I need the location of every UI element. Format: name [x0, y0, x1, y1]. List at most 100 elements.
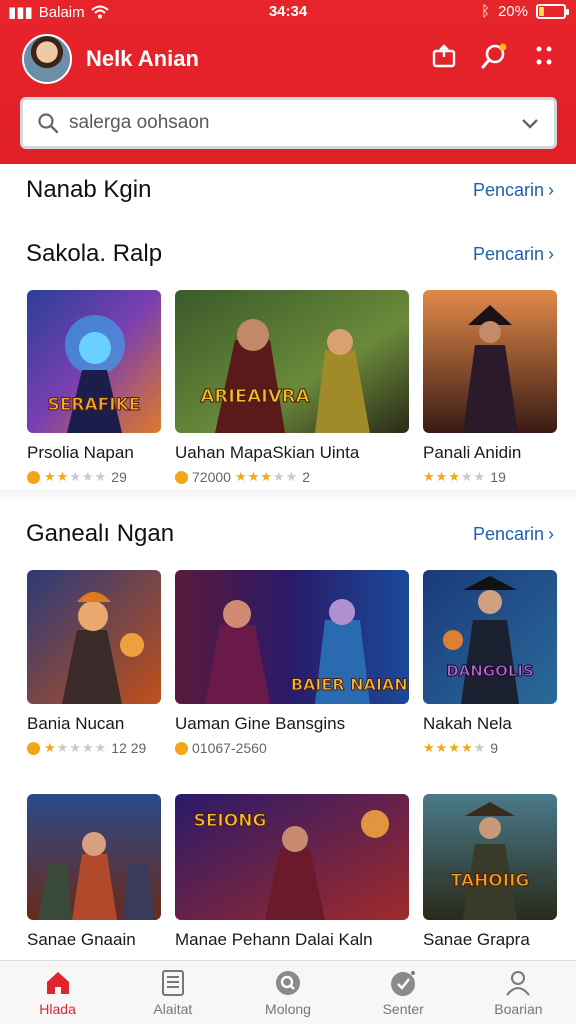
section-link-label: Pencarin — [472, 179, 544, 200]
nav-item-home[interactable]: Hlada — [0, 961, 115, 1024]
star-empty-icon: ★ — [460, 469, 474, 484]
card-meta: 01067-2560 — [175, 740, 409, 756]
thumb-title-text: BAIER NAIANS — [291, 675, 409, 694]
chevron-right-icon: › — [548, 523, 554, 544]
game-thumbnail[interactable] — [27, 794, 161, 920]
section-link[interactable]: Pencarin › — [473, 524, 554, 545]
search-button[interactable] — [480, 42, 508, 70]
nav-label: Molong — [265, 1001, 311, 1017]
nav-label: Alaitat — [153, 1001, 193, 1017]
share-button[interactable] — [430, 42, 458, 70]
battery-percent: 20% — [497, 3, 528, 20]
card-meta-value: 19 — [490, 469, 506, 485]
nav-item-list[interactable]: Alaitat — [115, 961, 230, 1024]
section-divider — [0, 490, 576, 500]
star-filled-icon: ★ — [260, 469, 273, 484]
game-thumbnail[interactable] — [27, 570, 161, 704]
star-filled-icon: ★ — [44, 469, 57, 484]
battery-level — [539, 7, 544, 16]
more-vertical-icon — [536, 46, 552, 65]
section-title: Sakola. Ralp — [26, 240, 163, 267]
nav-item-profile[interactable]: Boarian — [461, 961, 576, 1024]
search-bar[interactable] — [20, 97, 557, 149]
search-icon — [481, 43, 507, 69]
card-meta-extra: 2 — [302, 469, 311, 485]
star-filled-icon: ★ — [435, 740, 449, 755]
game-card[interactable]: SEIONG Manae Pehann Dalai Kaln — [175, 794, 409, 950]
section-link[interactable]: Pencarin › — [473, 244, 554, 265]
nav-item-search[interactable]: Molong — [230, 961, 345, 1024]
game-card[interactable]: Bania Nucan ★★★★★ 12 29 — [27, 570, 161, 756]
rating-stars: ★★★★★ — [44, 740, 107, 756]
list-icon — [158, 968, 188, 998]
card-meta: ★★★★★ 29 — [27, 469, 161, 485]
star-empty-icon: ★ — [473, 740, 487, 755]
star-filled-icon: ★ — [234, 469, 248, 484]
star-empty-icon: ★ — [473, 469, 487, 484]
section-title: Ganealı Ngan — [26, 520, 175, 547]
star-filled-icon: ★ — [44, 740, 57, 755]
star-empty-icon: ★ — [94, 740, 108, 755]
star-filled-icon: ★ — [448, 740, 461, 755]
card-meta: ★★★★★ 19 — [423, 469, 557, 485]
thumb-title-text: SEIONG — [194, 811, 267, 831]
game-card[interactable]: DANGOLIS Nakah Nela ★★★★★ 9 — [423, 570, 557, 756]
bluetooth-icon: ᛒ — [480, 3, 490, 20]
chevron-right-icon: › — [548, 243, 554, 264]
game-thumbnail[interactable]: BAIER NAIANS — [175, 570, 409, 704]
star-empty-icon: ★ — [69, 740, 82, 755]
search-input[interactable] — [69, 112, 520, 134]
thumb-title-text: SERAFIKE — [48, 395, 141, 415]
game-thumbnail[interactable]: ARIEAIVRA — [175, 290, 409, 433]
game-card[interactable]: Panali Anidin ★★★★★ 19 — [423, 290, 557, 485]
game-card[interactable]: ARIEAIVRA Uahan MapaSkian Uinta 72000 ★★★… — [175, 290, 409, 485]
header-actions — [430, 42, 558, 70]
card-title: Sanae Grapra — [423, 930, 530, 949]
rating-stars: ★★★★★ — [44, 469, 107, 485]
star-filled-icon: ★ — [56, 469, 70, 484]
game-thumbnail[interactable]: SEIONG — [175, 794, 409, 920]
game-thumbnail[interactable]: SERAFIKE — [27, 290, 161, 433]
app-header: ▮▮▮ Balaim 34:34 ᛒ 20% Nelk Anian — [0, 0, 576, 164]
share-icon — [432, 44, 456, 68]
card-meta-value: 29 — [111, 469, 127, 485]
game-thumbnail[interactable] — [423, 290, 557, 433]
star-filled-icon: ★ — [435, 469, 449, 484]
star-filled-icon: ★ — [423, 469, 436, 484]
avatar[interactable] — [22, 34, 72, 84]
nav-label: Boarian — [494, 1001, 543, 1017]
game-card[interactable]: BAIER NAIANS Uaman Gine Bansgins 01067-2… — [175, 570, 409, 756]
nav-item-center[interactable]: Senter — [346, 961, 461, 1024]
magnifier-icon — [38, 113, 59, 134]
star-filled-icon: ★ — [448, 469, 461, 484]
star-empty-icon: ★ — [94, 469, 108, 484]
user-profile[interactable]: Nelk Anian — [22, 34, 199, 84]
game-card[interactable]: Sanae Gnaain — [27, 794, 161, 950]
app-screen: ▮▮▮ Balaim 34:34 ᛒ 20% Nelk Anian salerg… — [0, 0, 576, 1024]
game-thumbnail[interactable]: DANGOLIS — [423, 570, 557, 704]
star-empty-icon: ★ — [81, 740, 95, 755]
status-bar: ▮▮▮ Balaim 34:34 ᛒ 20% — [0, 0, 576, 26]
more-menu-button[interactable] — [530, 42, 558, 70]
status-right: ᛒ 20% — [480, 3, 569, 20]
section-link[interactable]: Pencarin › — [473, 180, 554, 201]
section-header-0: Nanab Kgin Pencarin › — [26, 176, 554, 204]
rating-stars: ★★★★★ — [235, 469, 298, 485]
game-thumbnail[interactable]: TAHOIIG — [423, 794, 557, 920]
section-link-label: Pencarin — [472, 523, 544, 544]
thumb-title-text: ARIEAIVRA — [200, 386, 309, 407]
star-filled-icon: ★ — [247, 469, 261, 484]
profile-icon — [503, 968, 533, 998]
card-title: Prsolia Napan — [27, 443, 134, 462]
coin-icon — [175, 470, 188, 484]
star-empty-icon: ★ — [285, 469, 299, 484]
nav-label: Hlada — [39, 1001, 76, 1017]
star-empty-icon: ★ — [81, 469, 95, 484]
section-link-label: Pencarin — [472, 243, 544, 264]
chevron-down-icon[interactable] — [520, 116, 540, 130]
game-card[interactable]: SERAFIKE Prsolia Napan ★★★★★ 29 — [27, 290, 161, 485]
bottom-nav: Hlada Alaitat Molong Senter Boarian — [0, 960, 576, 1024]
card-title: Manae Pehann Dalai Kaln — [175, 930, 373, 949]
game-card[interactable]: TAHOIIG Sanae Grapra — [423, 794, 557, 950]
nav-label: Senter — [382, 1001, 424, 1017]
